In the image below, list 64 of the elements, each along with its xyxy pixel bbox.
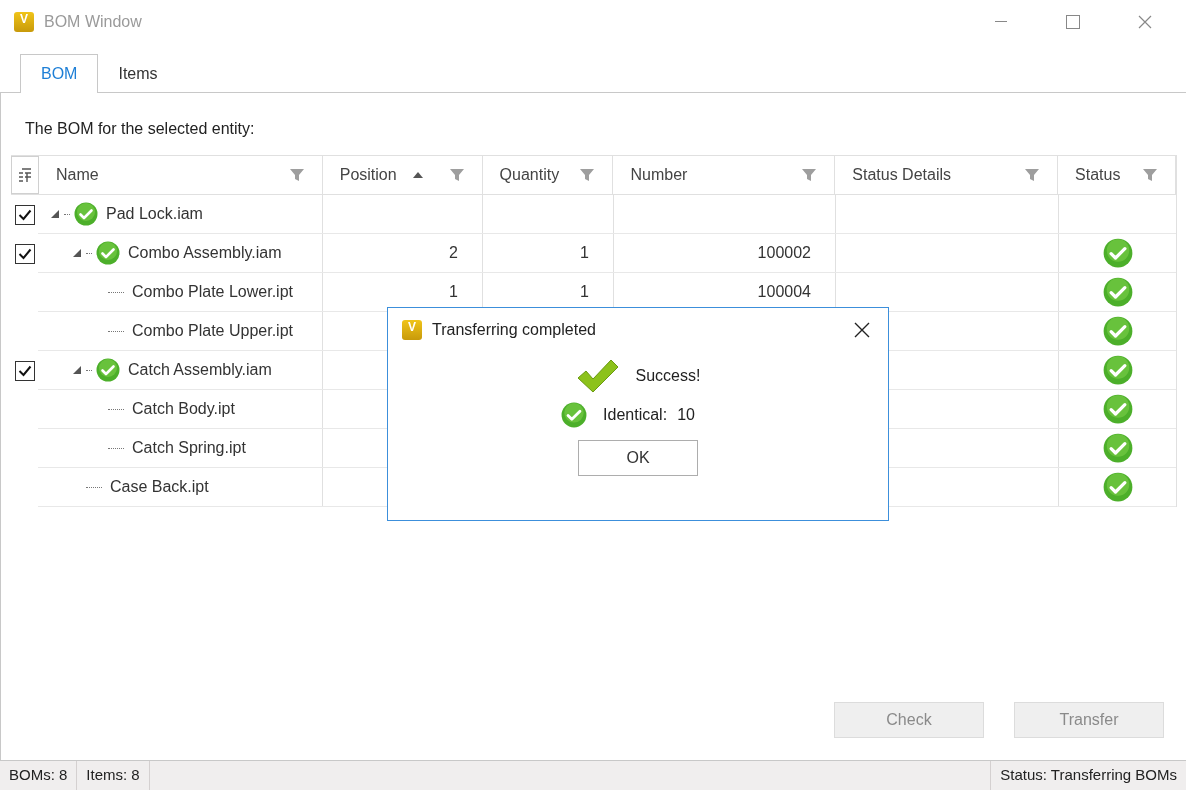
filter-icon[interactable]	[579, 167, 596, 183]
maximize-icon	[1066, 15, 1080, 29]
filter-icon[interactable]	[801, 167, 818, 183]
result-value: 10	[677, 405, 695, 425]
filter-icon[interactable]	[1142, 167, 1158, 183]
item-name: Catch Spring.ipt	[132, 438, 246, 458]
filter-icon[interactable]	[448, 167, 465, 183]
checkmark-icon	[17, 208, 32, 221]
tab[interactable]: Items	[98, 56, 178, 92]
minimize-icon	[995, 21, 1007, 23]
dialog-title: Transferring completed	[432, 320, 596, 340]
checkbox[interactable]	[14, 360, 35, 381]
column-header[interactable]: Status	[1058, 156, 1176, 194]
tab[interactable]: BOM	[20, 54, 99, 93]
expand-triangle-icon[interactable]	[72, 365, 82, 375]
filter-icon[interactable]	[1024, 167, 1041, 183]
tree-line	[64, 213, 70, 215]
close-icon	[1138, 15, 1152, 29]
tree-line	[86, 252, 92, 254]
item-name: Combo Plate Upper.ipt	[132, 321, 293, 341]
column-chooser-icon[interactable]	[17, 167, 33, 183]
tree-line	[86, 486, 102, 488]
table-cell-text: 1	[580, 243, 589, 263]
check-circle-icon	[561, 402, 588, 428]
tree-line	[108, 330, 124, 332]
table-cell-text: 1	[580, 282, 589, 302]
column-header[interactable]: Name	[38, 156, 323, 194]
table-cell-text: 100002	[757, 243, 811, 263]
expand-triangle-icon[interactable]	[72, 248, 82, 258]
checkmark-icon	[17, 247, 32, 260]
column-header[interactable]: Status Details	[835, 156, 1059, 194]
status-text: Status: Transferring BOMs	[990, 761, 1186, 790]
app-logo: V	[14, 12, 34, 32]
tree-line	[86, 369, 92, 371]
item-name: Pad Lock.iam	[106, 204, 203, 224]
table-cell-text: 2	[449, 243, 458, 263]
success-message: Success!	[635, 366, 701, 386]
caption: The BOM for the selected entity:	[25, 120, 255, 137]
item-name: Catch Assembly.iam	[128, 360, 272, 380]
tree-line	[108, 291, 124, 293]
checkbox[interactable]	[14, 204, 35, 225]
table-cell-text: 1	[449, 282, 458, 302]
column-header[interactable]: Number	[613, 156, 836, 194]
window-title: BOM Window	[44, 12, 142, 32]
item-name: Combo Plate Lower.ipt	[132, 282, 293, 302]
checkbox[interactable]	[14, 243, 35, 264]
item-name: Catch Body.ipt	[132, 399, 235, 419]
item-name: Combo Assembly.iam	[128, 243, 282, 263]
checkmark-icon	[575, 358, 620, 394]
tree-line	[108, 408, 124, 410]
column-header[interactable]: Quantity	[482, 156, 614, 194]
app-logo: V	[402, 320, 422, 340]
table-cell-text: 100004	[757, 282, 811, 302]
ok-button[interactable]: OK	[578, 440, 698, 476]
checkmark-icon	[17, 364, 32, 377]
status-text: BOMs: 8	[0, 761, 78, 790]
item-name: Case Back.ipt	[110, 477, 209, 497]
result-label: Identical:	[603, 405, 668, 425]
tree-line	[108, 447, 124, 449]
expand-triangle-icon[interactable]	[50, 209, 60, 219]
column-header[interactable]: Position	[322, 156, 483, 194]
close-icon	[854, 322, 870, 338]
status-text: Items: 8	[77, 761, 150, 790]
filter-icon[interactable]	[288, 167, 305, 183]
